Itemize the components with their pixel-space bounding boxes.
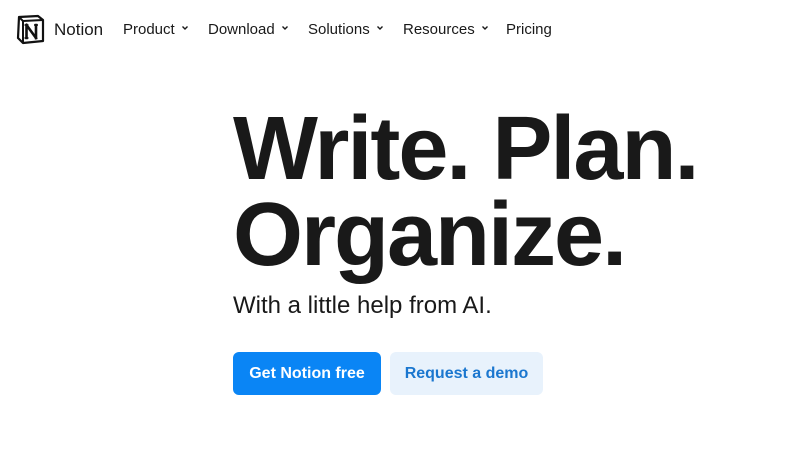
hero-title-line-2: Organize.	[233, 185, 627, 285]
hero-title: Write. Plan. Organize.	[233, 99, 699, 285]
notion-logo-icon[interactable]	[15, 14, 46, 45]
nav-item-pricing[interactable]: Pricing	[506, 21, 552, 38]
nav-item-product[interactable]: Product	[123, 21, 189, 38]
chevron-down-icon	[281, 26, 288, 30]
hero-subtitle: With a little help from AI.	[233, 292, 492, 319]
button-label: Get Notion free	[249, 364, 365, 382]
nav-item-label: Product	[123, 21, 175, 38]
nav-item-label: Download	[208, 21, 275, 38]
nav-item-label: Resources	[403, 21, 475, 38]
top-navigation: Notion Product Download Solutions Resour…	[0, 0, 800, 60]
nav-item-resources[interactable]: Resources	[403, 21, 489, 38]
chevron-down-icon	[376, 26, 383, 30]
chevron-down-icon	[181, 26, 188, 30]
chevron-down-icon	[481, 26, 488, 30]
brand-name[interactable]: Notion	[54, 20, 103, 40]
request-demo-button[interactable]: Request a demo	[390, 352, 543, 395]
hero-title-line-1: Write. Plan.	[233, 99, 699, 199]
nav-item-label: Pricing	[506, 21, 552, 38]
button-label: Request a demo	[404, 364, 529, 382]
nav-item-label: Solutions	[308, 21, 370, 38]
nav-item-download[interactable]: Download	[208, 21, 289, 38]
nav-item-solutions[interactable]: Solutions	[308, 21, 384, 38]
get-notion-free-button[interactable]: Get Notion free	[233, 352, 381, 395]
